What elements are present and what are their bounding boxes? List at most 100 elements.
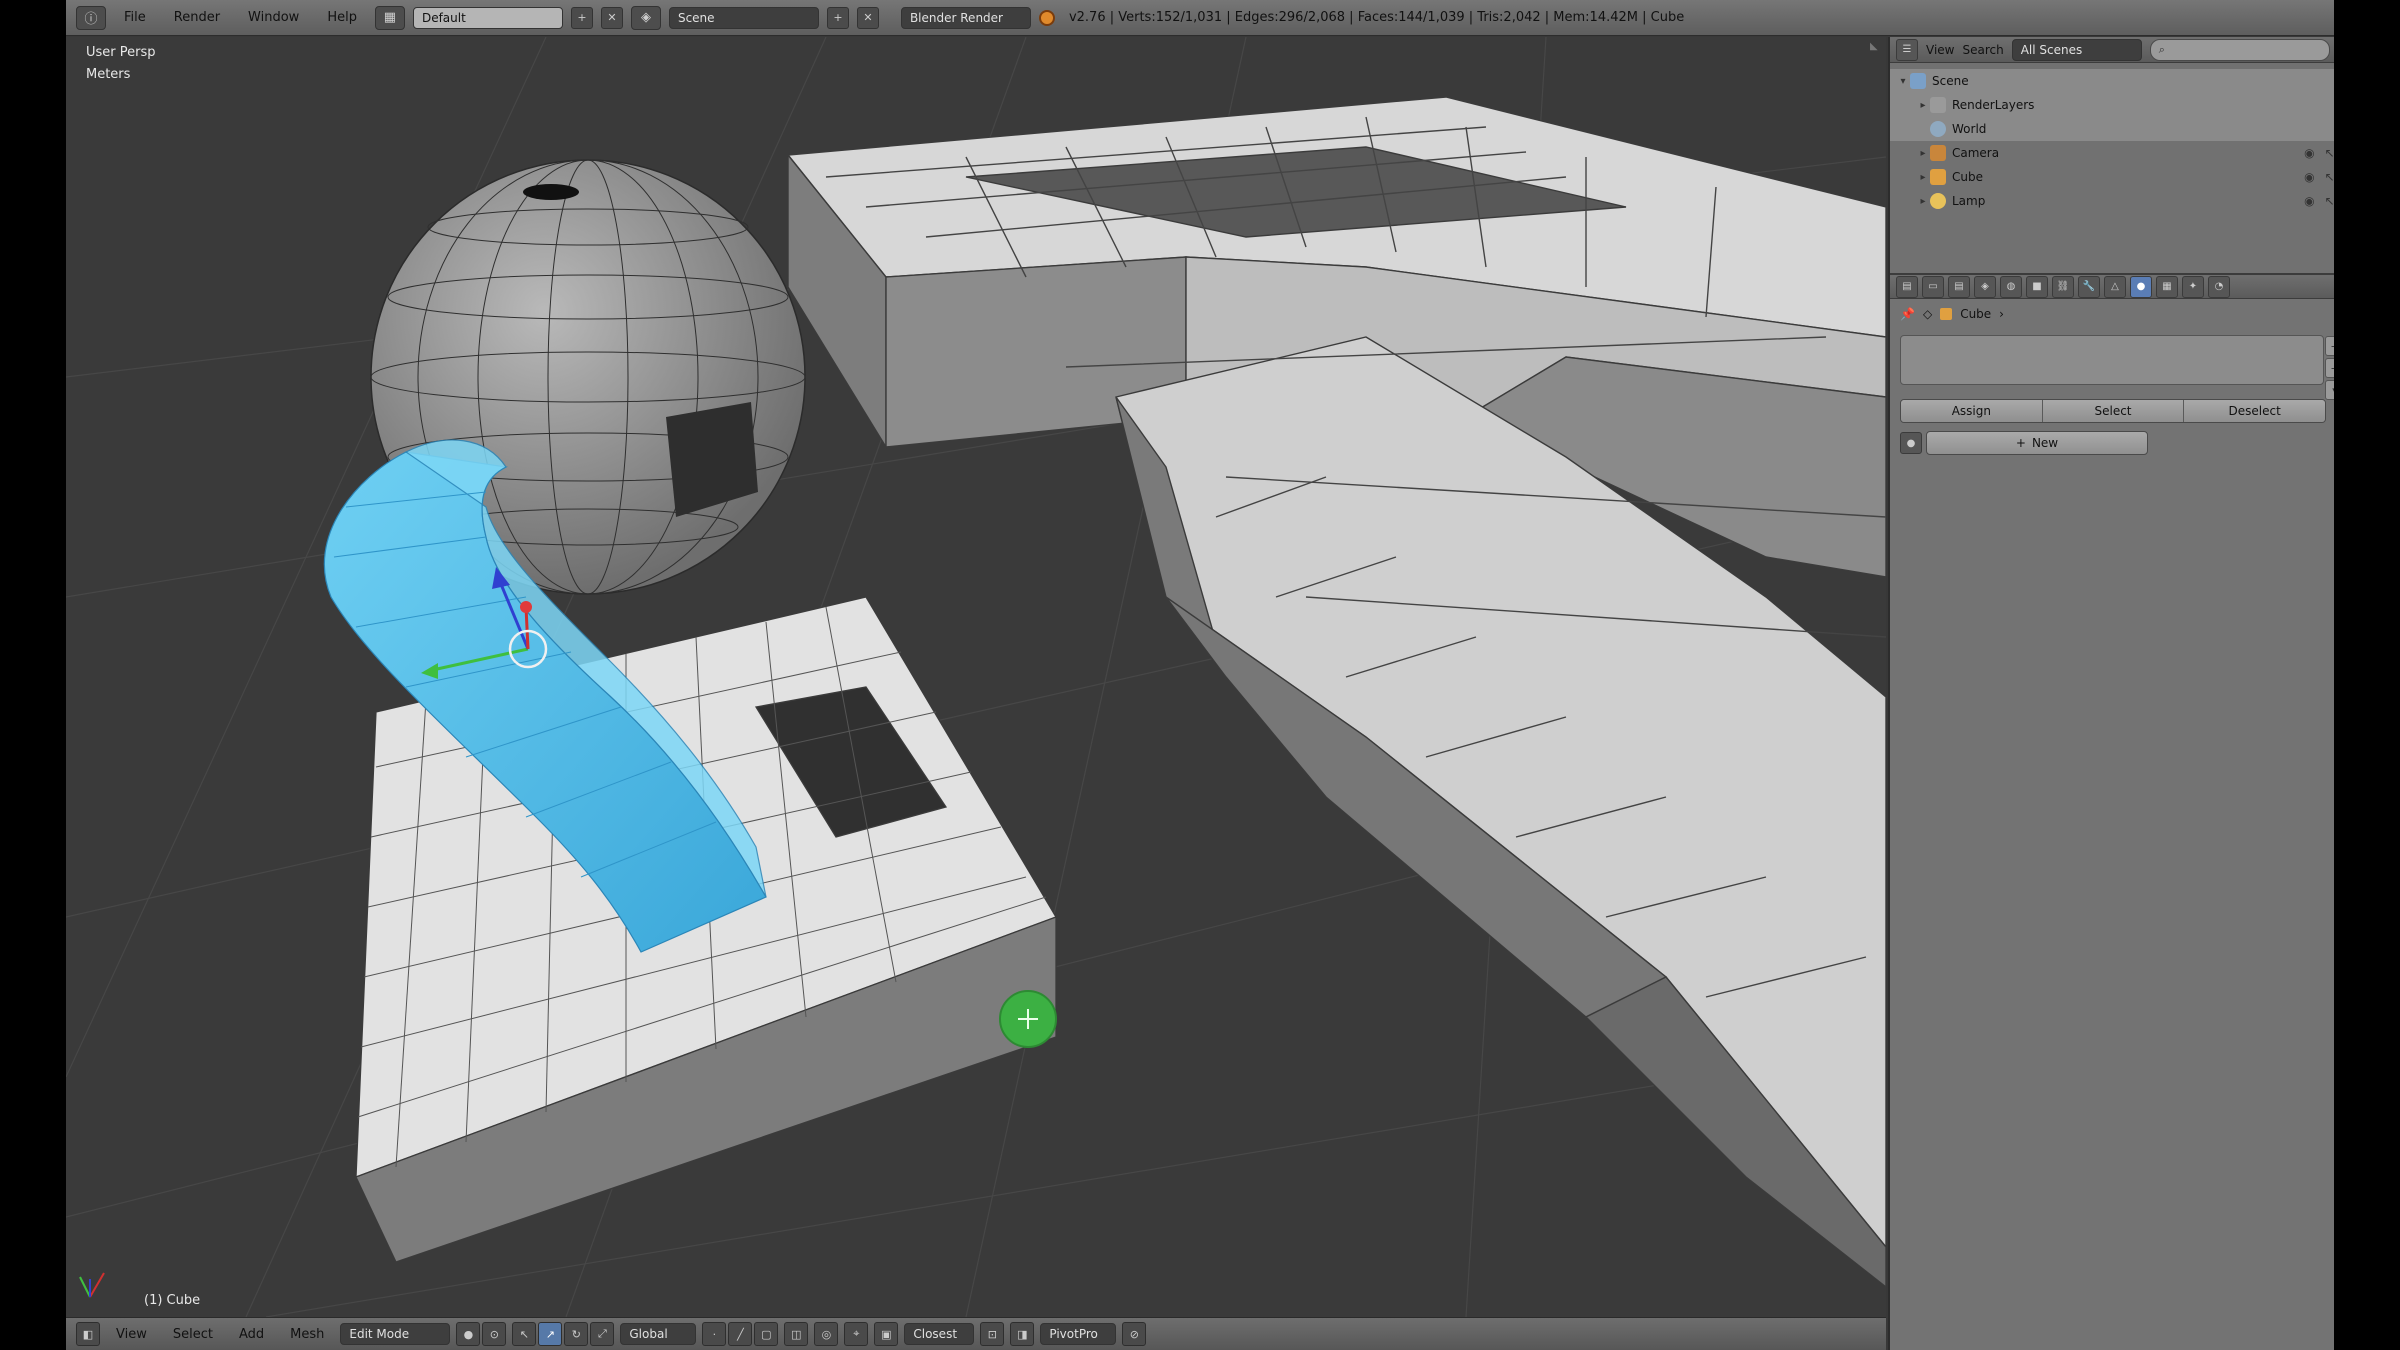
- menu-window[interactable]: Window: [238, 10, 309, 25]
- shading-icon[interactable]: ●: [456, 1322, 481, 1346]
- scene-icon[interactable]: ◈: [630, 5, 661, 30]
- slot-specials-button[interactable]: ▾: [2325, 380, 2334, 400]
- proportional-edit-icon[interactable]: ◎: [814, 1322, 839, 1346]
- blender-logo-icon: [1038, 9, 1055, 26]
- new-material-button[interactable]: + New: [1926, 431, 2148, 455]
- scene-tab-icon[interactable]: ◈: [1974, 275, 1996, 298]
- 3d-scene[interactable]: [66, 37, 1886, 1317]
- restrict-columns: ◉ ↖ ▭: [2304, 146, 2334, 160]
- screen-layout-icon[interactable]: ▦: [374, 5, 405, 30]
- outliner-item-lamp[interactable]: ▸ Lamp ◉ ↖ ▭: [1890, 189, 2334, 213]
- assign-button[interactable]: Assign: [1901, 400, 2043, 422]
- rotate-icon[interactable]: ↻: [564, 1322, 589, 1346]
- outliner-view-menu[interactable]: View: [1926, 43, 1954, 57]
- mesh-data-icon: ◇: [1922, 307, 1933, 321]
- texture-tab-icon[interactable]: ▦: [2156, 275, 2178, 298]
- snap-target-select[interactable]: Closest: [904, 1323, 975, 1345]
- outliner-editor-icon[interactable]: ☰: [1896, 38, 1918, 61]
- visibility-eye-icon[interactable]: ◉: [2304, 146, 2314, 160]
- world-tab-icon[interactable]: ◍: [2000, 275, 2022, 298]
- menu-help[interactable]: Help: [317, 10, 367, 25]
- material-tab-icon[interactable]: ●: [2130, 275, 2152, 298]
- visibility-eye-icon[interactable]: ◉: [2304, 194, 2314, 208]
- menu-select[interactable]: Select: [163, 1327, 223, 1342]
- add-slot-button[interactable]: +: [2325, 336, 2334, 356]
- outliner-item-world[interactable]: World: [1890, 117, 2334, 141]
- snap-element-icon[interactable]: ▣: [874, 1322, 899, 1346]
- outliner-item-renderlayers[interactable]: ▸ RenderLayers: [1890, 93, 2334, 117]
- face-select-icon[interactable]: ▢: [754, 1322, 779, 1346]
- snap-align-icon[interactable]: ⊡: [980, 1322, 1005, 1346]
- mode-select[interactable]: Edit Mode: [340, 1323, 451, 1345]
- remove-slot-button[interactable]: −: [2325, 358, 2334, 378]
- render-engine-select[interactable]: Blender Render: [900, 6, 1031, 29]
- material-slot-list[interactable]: + − ▾: [1900, 335, 2334, 400]
- menu-add[interactable]: Add: [229, 1327, 274, 1342]
- menu-mesh[interactable]: Mesh: [280, 1327, 334, 1342]
- modifiers-tab-icon[interactable]: 🔧: [2078, 275, 2100, 298]
- properties-header: ▤ ▭ ▤ ◈ ◍ ■ ⛓ 🔧 △ ● ▦ ✦ ◔: [1890, 273, 2334, 299]
- deselect-button[interactable]: Deselect: [2184, 400, 2325, 422]
- properties-editor-icon[interactable]: ▤: [1896, 275, 1918, 298]
- selectability-arrow-icon[interactable]: ↖: [2325, 146, 2334, 160]
- expand-icon[interactable]: ▸: [1916, 100, 1930, 111]
- add-scene-button[interactable]: +: [826, 6, 849, 29]
- menu-file[interactable]: File: [114, 10, 156, 25]
- editor-type-icon[interactable]: ⓘ: [76, 5, 106, 30]
- collapse-icon[interactable]: ▾: [1896, 76, 1910, 87]
- select-button[interactable]: Select: [2042, 400, 2185, 422]
- restrict-columns: ◉ ↖ ▭: [2304, 170, 2334, 184]
- outliner-search-field[interactable]: ⌕: [2149, 38, 2330, 61]
- selectability-arrow-icon[interactable]: ↖: [2325, 170, 2334, 184]
- add-layout-button[interactable]: +: [570, 6, 593, 29]
- orientation-select[interactable]: Global: [620, 1323, 697, 1345]
- scene-field[interactable]: Scene: [668, 6, 819, 29]
- remove-scene-button[interactable]: ✕: [856, 6, 879, 29]
- snap-toggle-icon[interactable]: ⌖: [844, 1322, 869, 1346]
- remove-layout-button[interactable]: ✕: [600, 6, 623, 29]
- 3d-cursor-marker: [999, 990, 1057, 1048]
- manipulator-toggle-icon[interactable]: ↖: [512, 1322, 537, 1346]
- add-icon: +: [2015, 436, 2026, 450]
- active-object-label: (1) Cube: [144, 1293, 201, 1308]
- outliner-item-camera[interactable]: ▸ Camera ◉ ↖ ▭: [1890, 141, 2334, 165]
- scale-icon[interactable]: ⤢: [590, 1322, 615, 1346]
- selectability-arrow-icon[interactable]: ↖: [2325, 194, 2334, 208]
- outliner-display-mode[interactable]: All Scenes: [2011, 38, 2142, 61]
- menu-view[interactable]: View: [106, 1327, 157, 1342]
- pivot-pro-button[interactable]: PivotPro: [1040, 1323, 1117, 1345]
- limit-selection-icon[interactable]: ◫: [784, 1322, 809, 1346]
- 3d-viewport[interactable]: User Persp Meters (1) Cube ◣: [66, 37, 1886, 1317]
- mini-axis: [79, 1272, 105, 1298]
- data-tab-icon[interactable]: △: [2104, 275, 2126, 298]
- pin-icon[interactable]: 📌: [1900, 307, 1915, 321]
- outliner-search-menu[interactable]: Search: [1962, 43, 2003, 57]
- outliner-tree: ▾ Scene ▸ RenderLayers World ▸ Camera ◉ …: [1890, 63, 2334, 273]
- vertex-select-icon[interactable]: ·: [702, 1322, 727, 1346]
- expand-icon[interactable]: ▸: [1916, 172, 1930, 183]
- pivot-point-icon[interactable]: ⊙: [482, 1322, 507, 1346]
- object-tab-icon[interactable]: ■: [2026, 275, 2048, 298]
- editor-type-icon[interactable]: ◧: [76, 1322, 100, 1346]
- visibility-eye-icon[interactable]: ◉: [2304, 170, 2314, 184]
- physics-tab-icon[interactable]: ◔: [2208, 275, 2230, 298]
- 3d-view-header: ◧ View Select Add Mesh Edit Mode ● ⊙ ↖ ↗…: [66, 1317, 1886, 1350]
- outliner-item-scene[interactable]: ▾ Scene: [1890, 69, 2334, 93]
- render-layers-tab-icon[interactable]: ▤: [1948, 275, 1970, 298]
- world-icon: [1930, 121, 1946, 137]
- browse-material-icon[interactable]: ●: [1900, 432, 1922, 454]
- screen-layout-field[interactable]: Default: [412, 6, 563, 29]
- render-preview-icon[interactable]: ◨: [1010, 1322, 1035, 1346]
- outliner-item-cube[interactable]: ▸ Cube ◉ ↖ ▭: [1890, 165, 2334, 189]
- search-icon: ⌕: [2158, 42, 2165, 56]
- edge-select-icon[interactable]: ╱: [728, 1322, 753, 1346]
- translate-icon[interactable]: ↗: [538, 1322, 563, 1346]
- addon-icon[interactable]: ⊘: [1122, 1322, 1147, 1346]
- particles-tab-icon[interactable]: ✦: [2182, 275, 2204, 298]
- expand-icon[interactable]: ▸: [1916, 196, 1930, 207]
- render-tab-icon[interactable]: ▭: [1922, 275, 1944, 298]
- area-split-corner-icon[interactable]: ◣: [1870, 41, 1880, 52]
- menu-render[interactable]: Render: [164, 10, 230, 25]
- expand-icon[interactable]: ▸: [1916, 148, 1930, 159]
- constraints-tab-icon[interactable]: ⛓: [2052, 275, 2074, 298]
